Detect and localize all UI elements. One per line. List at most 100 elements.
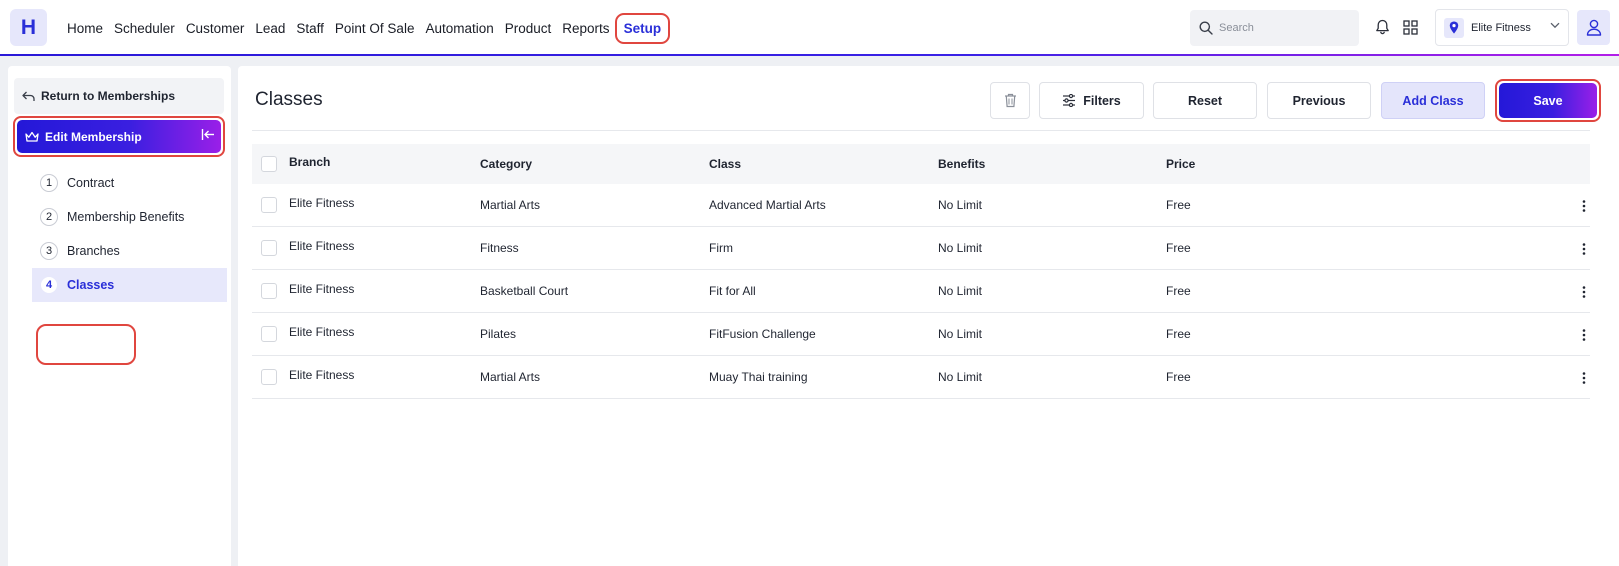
nav-item-customer[interactable]: Customer xyxy=(186,21,245,36)
row-more-options-icon[interactable] xyxy=(1579,284,1589,300)
nav-item-product[interactable]: Product xyxy=(505,21,552,36)
cell-class: Firm xyxy=(709,241,733,255)
cell-benefits: No Limit xyxy=(938,327,983,341)
table-row: Elite Fitness Martial Arts Muay Thai tra… xyxy=(252,356,1590,399)
cell-price: Free xyxy=(1166,284,1191,298)
save-button[interactable]: Save xyxy=(1499,83,1597,118)
grid-icon xyxy=(1402,19,1418,35)
column-header-class: Class xyxy=(709,157,742,171)
row-more-options-icon[interactable] xyxy=(1579,198,1589,214)
cell-branch: Elite Fitness xyxy=(289,239,355,253)
main-nav: Home Scheduler Customer Lead Staff Point… xyxy=(67,0,681,56)
cell-category: Pilates xyxy=(480,327,517,341)
cell-benefits: No Limit xyxy=(938,198,983,212)
cell-class: FitFusion Challenge xyxy=(709,327,816,341)
column-header-price: Price xyxy=(1166,157,1196,171)
chevron-down-icon xyxy=(1550,22,1560,29)
search-box[interactable] xyxy=(1190,10,1359,46)
classes-panel: Classes Filters Reset Previous Add Class… xyxy=(238,66,1619,566)
column-header-category: Category xyxy=(480,157,533,171)
row-checkbox[interactable] xyxy=(261,240,277,256)
row-checkbox[interactable] xyxy=(261,197,277,213)
cell-branch: Elite Fitness xyxy=(289,196,355,210)
branch-selector[interactable]: Elite Fitness xyxy=(1435,9,1569,46)
step-contract[interactable]: 1 Contract xyxy=(32,166,227,200)
select-all-checkbox[interactable] xyxy=(261,156,277,172)
add-class-button[interactable]: Add Class xyxy=(1381,82,1485,119)
classes-table: Branch Category Class Benefits Price Eli… xyxy=(252,144,1590,399)
cell-class: Advanced Martial Arts xyxy=(709,198,826,212)
return-to-memberships-button[interactable]: Return to Memberships xyxy=(14,78,224,114)
page-title: Classes xyxy=(255,89,323,110)
table-header: Branch Category Class Benefits Price xyxy=(252,144,1590,184)
notifications-button[interactable] xyxy=(1372,17,1392,37)
membership-steps: 1 Contract 2 Membership Benefits 3 Branc… xyxy=(32,166,227,302)
step-label: Membership Benefits xyxy=(67,210,185,224)
cell-benefits: No Limit xyxy=(938,284,983,298)
nav-item-home[interactable]: Home xyxy=(67,21,103,36)
cell-price: Free xyxy=(1166,198,1191,212)
previous-button[interactable]: Previous xyxy=(1267,82,1371,119)
step-label: Contract xyxy=(67,176,115,190)
nav-item-automation[interactable]: Automation xyxy=(425,21,493,36)
top-navigation-bar: H Home Scheduler Customer Lead Staff Poi… xyxy=(0,0,1619,56)
reset-button[interactable]: Reset xyxy=(1153,82,1257,119)
classes-step-highlight xyxy=(36,324,136,365)
location-pin-icon xyxy=(1444,17,1464,38)
cell-price: Free xyxy=(1166,370,1191,384)
step-number: 3 xyxy=(40,242,58,260)
table-row: Elite Fitness Martial Arts Advanced Mart… xyxy=(252,184,1590,227)
cell-price: Free xyxy=(1166,241,1191,255)
search-icon xyxy=(1199,21,1213,35)
step-classes[interactable]: 4 Classes xyxy=(32,268,227,302)
filters-label: Filters xyxy=(1083,93,1121,108)
nav-item-setup[interactable]: Setup xyxy=(614,12,671,44)
row-more-options-icon[interactable] xyxy=(1579,241,1589,257)
cell-branch: Elite Fitness xyxy=(289,368,355,382)
edit-membership-header[interactable]: Edit Membership xyxy=(17,120,221,153)
bell-icon xyxy=(1375,19,1389,35)
row-checkbox[interactable] xyxy=(261,326,277,342)
cell-class: Fit for All xyxy=(709,284,756,298)
return-label: Return to Memberships xyxy=(41,89,176,103)
cell-benefits: No Limit xyxy=(938,370,983,384)
step-number: 1 xyxy=(40,174,58,192)
header-divider xyxy=(252,130,1590,131)
search-input[interactable] xyxy=(1219,22,1349,34)
cell-branch: Elite Fitness xyxy=(289,325,355,339)
table-row: Elite Fitness Pilates FitFusion Challeng… xyxy=(252,313,1590,356)
row-more-options-icon[interactable] xyxy=(1579,327,1589,343)
edit-membership-label: Edit Membership xyxy=(45,129,142,144)
cell-category: Martial Arts xyxy=(480,198,541,212)
cell-price: Free xyxy=(1166,327,1191,341)
trash-icon xyxy=(1004,93,1016,108)
edit-membership-highlight: Edit Membership xyxy=(13,116,225,157)
row-checkbox[interactable] xyxy=(261,369,277,385)
cell-class: Muay Thai training xyxy=(709,370,808,384)
nav-item-scheduler[interactable]: Scheduler xyxy=(114,21,175,36)
step-membership-benefits[interactable]: 2 Membership Benefits xyxy=(32,200,227,234)
step-label: Branches xyxy=(67,244,120,258)
row-more-options-icon[interactable] xyxy=(1579,370,1589,386)
column-header-branch: Branch xyxy=(289,155,331,169)
nav-item-lead[interactable]: Lead xyxy=(255,21,285,36)
nav-item-reports[interactable]: Reports xyxy=(562,21,609,36)
app-logo[interactable]: H xyxy=(10,9,47,46)
row-checkbox[interactable] xyxy=(261,283,277,299)
collapse-sidebar-icon[interactable] xyxy=(201,128,215,141)
table-row: Elite Fitness Fitness Firm No Limit Free xyxy=(252,227,1590,270)
user-avatar-button[interactable] xyxy=(1577,10,1610,45)
step-number: 4 xyxy=(40,276,58,294)
filters-button[interactable]: Filters xyxy=(1039,82,1144,119)
apps-grid-button[interactable] xyxy=(1400,17,1420,37)
step-label: Classes xyxy=(67,278,115,292)
filter-sliders-icon xyxy=(1063,94,1076,107)
branch-name: Elite Fitness xyxy=(1471,21,1531,34)
cell-benefits: No Limit xyxy=(938,241,983,255)
step-branches[interactable]: 3 Branches xyxy=(32,234,227,268)
delete-button[interactable] xyxy=(990,82,1030,119)
user-icon xyxy=(1586,19,1601,36)
nav-item-staff[interactable]: Staff xyxy=(296,21,324,36)
nav-item-point-of-sale[interactable]: Point Of Sale xyxy=(335,21,415,36)
cell-branch: Elite Fitness xyxy=(289,282,355,296)
